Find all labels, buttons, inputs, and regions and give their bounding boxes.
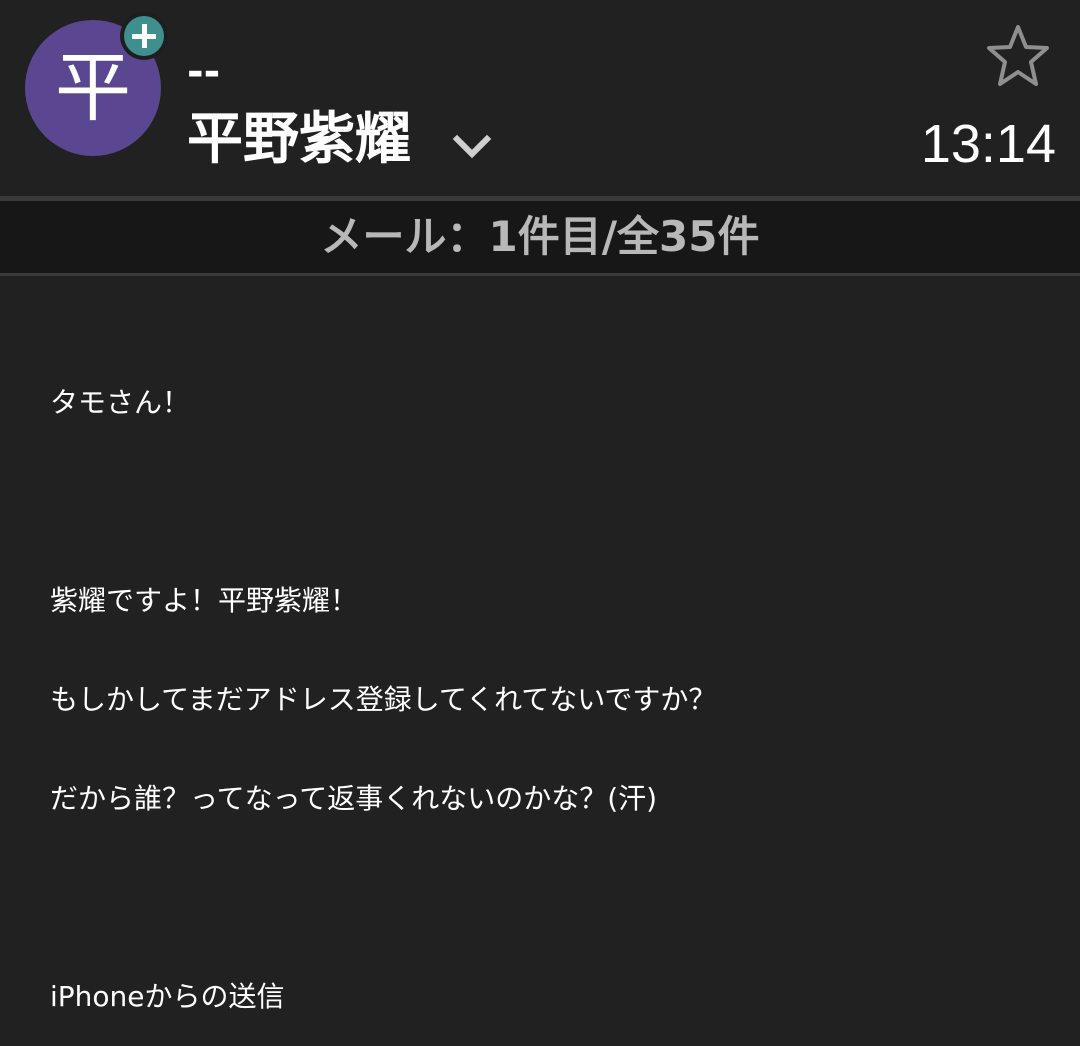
star-outline-icon[interactable] (984, 22, 1052, 90)
message-line: タモさん！ (50, 386, 191, 419)
mail-counter-bar: メール：1件目/全35件 (0, 196, 1080, 276)
plus-circle-icon (124, 16, 164, 56)
message-line (50, 485, 1050, 518)
message-header: 平 -- 平野紫耀 13:14 (0, 0, 1080, 196)
sender-email: -- (187, 49, 221, 95)
message-line: iPhoneからの送信 (50, 980, 285, 1013)
add-contact-button[interactable] (120, 12, 168, 60)
message-line (50, 881, 1050, 914)
chevron-down-icon[interactable] (448, 124, 496, 172)
message-line: だから誰？ってなって返事くれないのかな？(汗) (50, 782, 658, 815)
sender-name[interactable]: 平野紫耀 (187, 108, 411, 172)
message-time: 13:14 (920, 114, 1056, 174)
avatar-initial: 平 (55, 43, 131, 132)
mail-counter: メール：1件目/全35件 (320, 212, 760, 261)
message-line: もしかしてまだアドレス登録してくれてないですか？ (50, 683, 717, 716)
message-line: 紫耀ですよ！平野紫耀！ (50, 584, 359, 617)
message-body: タモさん！ 紫耀ですよ！平野紫耀！ もしかしてまだアドレス登録してくれてないです… (50, 320, 1050, 1046)
